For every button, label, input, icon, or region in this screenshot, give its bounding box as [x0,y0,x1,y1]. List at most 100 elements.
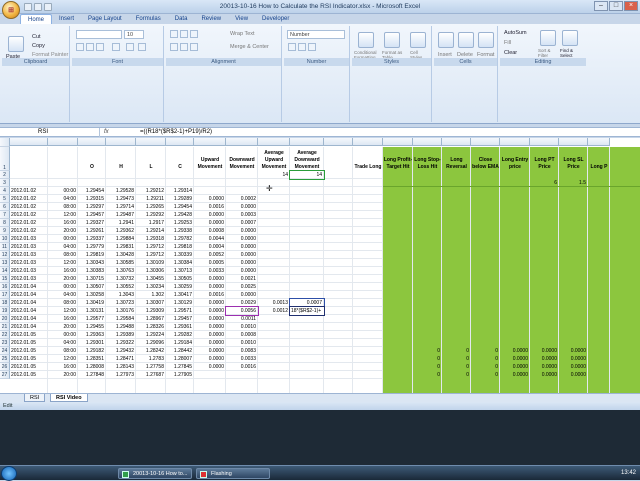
low-cell[interactable]: 1.27687 [136,371,166,379]
upward-movement-cell[interactable]: 0.0016 [194,203,226,211]
high-cell[interactable]: 1.29584 [106,315,136,323]
time-cell[interactable]: 16:00 [48,267,78,275]
column-header-z[interactable] [500,138,530,146]
upward-movement-cell[interactable]: 0.0000 [194,211,226,219]
time-cell[interactable]: 12:00 [48,211,78,219]
sheet-tab-rsi[interactable]: RSI [24,394,46,402]
wrap-text-button[interactable]: Wrap Text [230,31,255,37]
time-cell[interactable]: 04:00 [48,339,78,347]
comma-icon[interactable] [308,43,316,51]
column-header-aa[interactable] [530,138,559,146]
open-cell[interactable]: 1.29819 [78,251,106,259]
office-button[interactable]: ⊞ [2,1,20,19]
downward-movement-cell[interactable]: 0.0011 [226,315,258,323]
align-top-icon[interactable] [170,30,178,38]
close-cell[interactable]: 1.29428 [166,211,194,219]
close-below-ema-cell[interactable]: 0 [471,371,500,379]
time-cell[interactable]: 08:00 [48,347,78,355]
close-cell[interactable]: 1.29314 [166,187,194,195]
tab-formulas[interactable]: Formulas [129,14,168,24]
high-cell[interactable]: 1.29528 [106,187,136,195]
time-cell[interactable]: 20:00 [48,371,78,379]
border-icon[interactable] [112,43,120,51]
downward-movement-cell[interactable]: 0.0000 [226,291,258,299]
align-center-icon[interactable] [180,43,188,51]
avg-upward-cell[interactable] [258,203,290,211]
avg-downward-cell[interactable] [290,331,324,339]
close-cell[interactable]: 1.30259 [166,283,194,291]
paste-icon[interactable] [8,36,24,52]
row-header[interactable]: 2 [0,171,10,179]
time-cell[interactable]: 04:00 [48,243,78,251]
date-cell[interactable]: 2012.01.04 [11,299,49,307]
upward-movement-cell[interactable]: 0.0000 [194,299,226,307]
start-button[interactable] [1,466,17,481]
upward-movement-cell[interactable]: 0.0000 [194,219,226,227]
time-cell[interactable]: 16:00 [48,315,78,323]
close-cell[interactable]: 1.29457 [166,315,194,323]
format-cells-icon[interactable] [478,32,494,48]
format-table-icon[interactable] [384,32,400,48]
downward-movement-cell[interactable]: 0.0000 [226,251,258,259]
long-stop-loss-hit-cell[interactable]: 0 [413,363,442,371]
date-cell[interactable]: 2012.01.05 [11,355,49,363]
downward-movement-cell[interactable]: 0.0025 [226,283,258,291]
avg-downward-cell[interactable] [290,195,324,203]
date-cell[interactable]: 2012.01.03 [11,243,49,251]
avg-downward-cell[interactable] [290,275,324,283]
avg-upward-cell[interactable] [258,243,290,251]
close-cell[interactable]: 1.29361 [166,323,194,331]
long-pt-price-cell[interactable]: 0.0000 [530,363,559,371]
close-button[interactable]: × [624,1,638,11]
low-cell[interactable]: 1.30307 [136,299,166,307]
long-pt-price-cell[interactable]: 0.0000 [530,371,559,379]
close-cell[interactable]: 1.27845 [166,363,194,371]
avg-upward-cell[interactable] [258,363,290,371]
avg-upward-cell[interactable] [258,227,290,235]
column-header-s[interactable] [324,138,353,146]
upward-movement-cell[interactable]: 0.0005 [194,259,226,267]
avg-downward-cell[interactable] [290,363,324,371]
high-cell[interactable]: 1.29389 [106,331,136,339]
downward-movement-cell[interactable]: 0.0033 [226,355,258,363]
avg-upward-cell[interactable] [258,259,290,267]
high-cell[interactable]: 1.29473 [106,195,136,203]
cell-styles-icon[interactable] [410,32,426,48]
spreadsheet-grid[interactable]: 1 O H L C Upward Movement Downward Movement Ave… [0,138,640,393]
tab-review[interactable]: Review [194,14,228,24]
long-sl-price-cell[interactable]: 0.0000 [559,355,588,363]
close-cell[interactable]: 1.29253 [166,219,194,227]
date-cell[interactable]: 2012.01.05 [11,331,49,339]
avg-downward-cell[interactable] [290,339,324,347]
upward-movement-cell[interactable]: 0.0052 [194,251,226,259]
low-cell[interactable]: 1.2917 [136,219,166,227]
avg-downward-cell[interactable] [290,323,324,331]
high-cell[interactable]: 1.30552 [106,283,136,291]
taskbar-item-excel[interactable]: 20013-10-16 How to... [118,468,192,479]
upward-movement-cell[interactable]: 0.0008 [194,227,226,235]
date-cell[interactable]: 2012.01.05 [11,371,49,379]
column-header-p[interactable] [226,138,258,146]
downward-movement-cell[interactable] [226,371,258,379]
row-header[interactable]: 12 [0,251,10,259]
high-cell[interactable]: 1.30732 [106,275,136,283]
avg-upward-cell[interactable] [258,251,290,259]
close-cell[interactable]: 1.29289 [166,195,194,203]
long-reversal-cell[interactable]: 0 [442,347,471,355]
upward-movement-cell[interactable]: 0.0000 [194,315,226,323]
high-cell[interactable]: 1.30585 [106,259,136,267]
avg-downward-cell[interactable] [290,283,324,291]
close-cell[interactable]: 1.29184 [166,339,194,347]
high-cell[interactable]: 1.30763 [106,267,136,275]
avg-upward-cell[interactable] [258,219,290,227]
low-cell[interactable]: 1.29712 [136,243,166,251]
avg-downward-cell[interactable] [290,235,324,243]
avg-downward-cell[interactable] [290,219,324,227]
low-cell[interactable]: 1.302 [136,291,166,299]
downward-movement-cell[interactable]: 0.0000 [226,203,258,211]
time-cell[interactable]: 20:00 [48,323,78,331]
tab-page-layout[interactable]: Page Layout [81,14,129,24]
avg-upward-cell[interactable] [258,291,290,299]
column-header-q[interactable] [258,138,290,146]
column-header-x[interactable] [442,138,471,146]
